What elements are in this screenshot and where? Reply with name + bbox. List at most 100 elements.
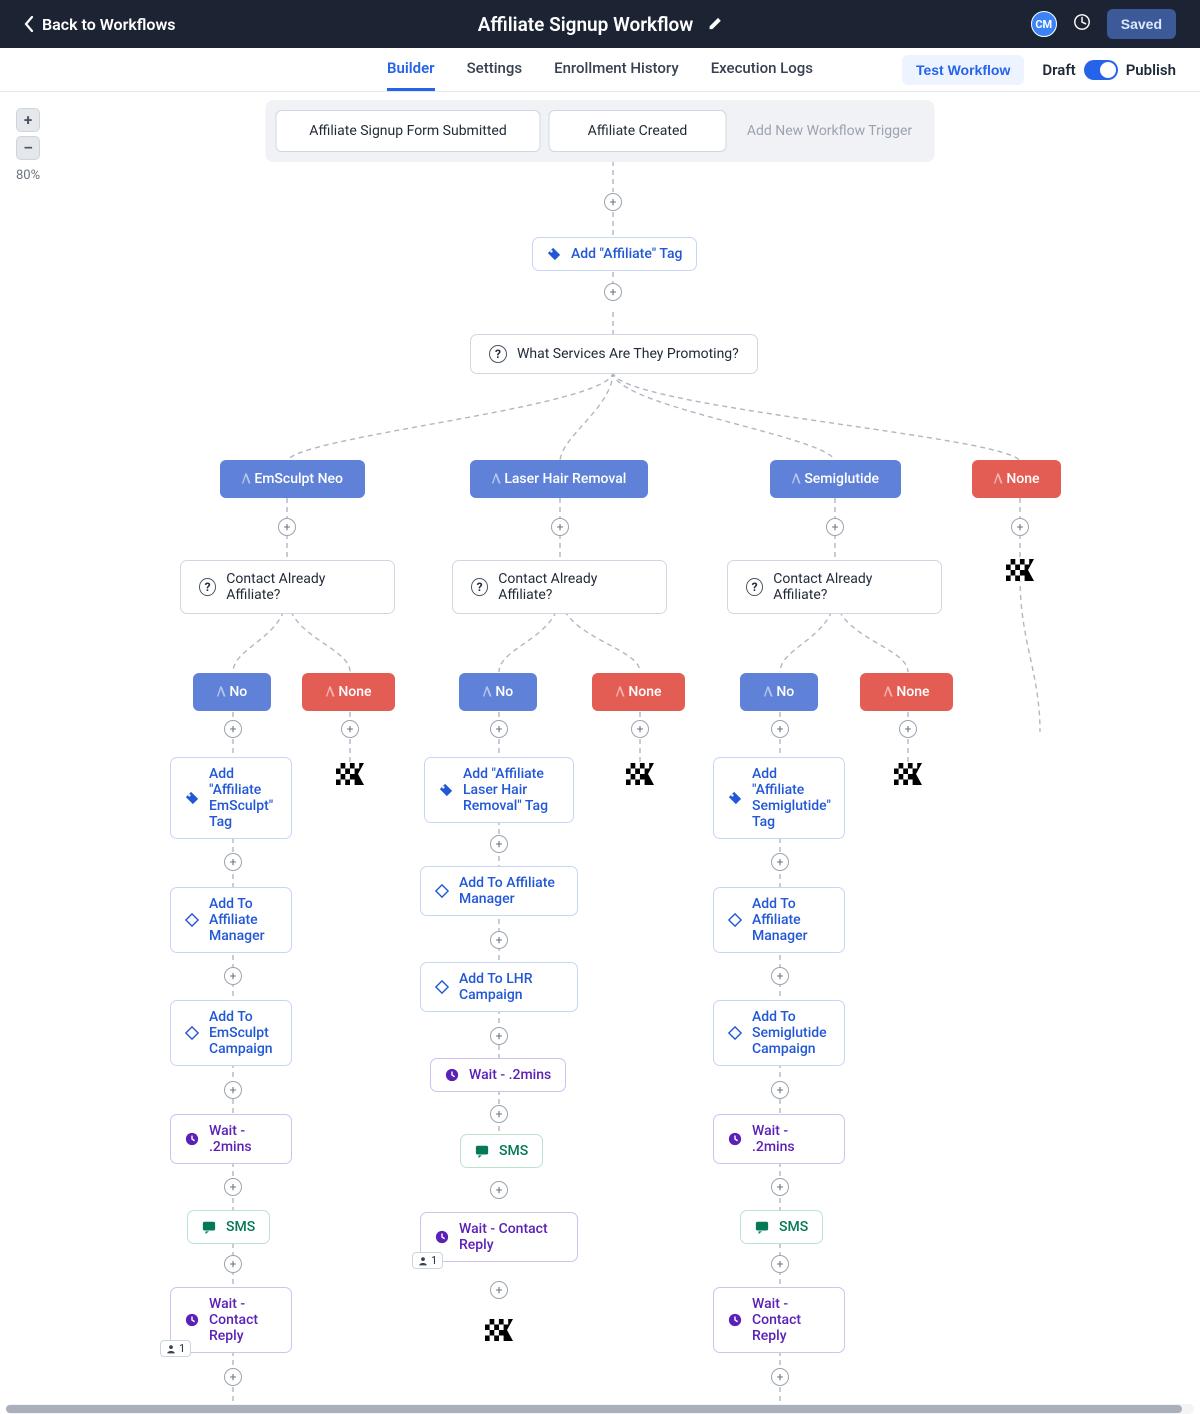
semi-reply[interactable]: Wait - Contact Reply	[713, 1287, 845, 1353]
branch-none-semi[interactable]: /\None	[860, 673, 953, 711]
add-step[interactable]: +	[604, 283, 622, 301]
add-step[interactable]: +	[224, 1081, 242, 1099]
add-step[interactable]: +	[771, 1255, 789, 1273]
trigger-created[interactable]: Affiliate Created	[549, 110, 727, 152]
tag-icon	[547, 247, 561, 261]
add-step[interactable]: +	[341, 720, 359, 738]
lhr-reply[interactable]: Wait - Contact Reply	[420, 1212, 578, 1262]
add-step[interactable]: +	[631, 720, 649, 738]
test-workflow-button[interactable]: Test Workflow	[902, 55, 1024, 85]
add-step[interactable]: +	[771, 1081, 789, 1099]
count: 1	[431, 1254, 437, 1267]
semi-camp[interactable]: Add To Semiglutide Campaign	[713, 1000, 845, 1066]
em-tag[interactable]: Add "Affiliate EmSculpt" Tag	[170, 757, 292, 839]
semi-wait[interactable]: Wait - .2mins	[713, 1114, 845, 1164]
label: Wait - .2mins	[209, 1123, 277, 1155]
label: Wait - Contact Reply	[459, 1221, 563, 1253]
branch-none-lhr[interactable]: /\None	[592, 673, 685, 711]
end-flag-icon	[336, 763, 364, 785]
add-step[interactable]: +	[604, 193, 622, 211]
top-header: Back to Workflows Affiliate Signup Workf…	[0, 0, 1200, 48]
branch-none-em[interactable]: /\None	[302, 673, 395, 711]
branch-semi[interactable]: /\Semiglutide	[770, 460, 901, 498]
avatar[interactable]: CM	[1031, 11, 1057, 37]
root-decision[interactable]: ? What Services Are They Promoting?	[470, 334, 758, 374]
zoom-controls: + – 80%	[16, 108, 40, 183]
zoom-out[interactable]: –	[16, 136, 40, 160]
lhr-tag[interactable]: Add "Affiliate Laser Hair Removal" Tag	[424, 757, 574, 823]
decision-semi[interactable]: ?Contact Already Affiliate?	[727, 560, 942, 614]
lhr-mgr[interactable]: Add To Affiliate Manager	[420, 866, 578, 916]
add-step[interactable]: +	[224, 967, 242, 985]
zoom-in[interactable]: +	[16, 108, 40, 132]
trigger-form[interactable]: Affiliate Signup Form Submitted	[276, 110, 541, 152]
label: Semiglutide	[804, 471, 879, 487]
em-mgr[interactable]: Add To Affiliate Manager	[170, 887, 292, 953]
add-step[interactable]: +	[224, 1178, 242, 1196]
add-step[interactable]: +	[490, 1105, 508, 1123]
em-wait[interactable]: Wait - .2mins	[170, 1114, 292, 1164]
semi-sms[interactable]: SMS	[740, 1210, 823, 1244]
history-icon[interactable]	[1073, 13, 1091, 35]
add-step[interactable]: +	[490, 931, 508, 949]
people-badge-lhr[interactable]: 1	[412, 1252, 443, 1269]
add-step[interactable]: +	[224, 720, 242, 738]
add-step[interactable]: +	[224, 853, 242, 871]
branch-emsculpt[interactable]: /\EmSculpt Neo	[220, 460, 365, 498]
canvas[interactable]: + – 80% A	[0, 92, 1200, 1404]
add-step[interactable]: +	[771, 1368, 789, 1386]
em-sms[interactable]: SMS	[187, 1210, 270, 1244]
label: Add To Semiglutide Campaign	[752, 1009, 830, 1057]
tab-enrollment[interactable]: Enrollment History	[554, 48, 679, 91]
add-step[interactable]: +	[490, 1281, 508, 1299]
add-step[interactable]: +	[771, 720, 789, 738]
decision-lhr[interactable]: ?Contact Already Affiliate?	[452, 560, 667, 614]
branch-no-em[interactable]: /\No	[193, 673, 271, 711]
add-step[interactable]: +	[224, 1368, 242, 1386]
back-button[interactable]: Back to Workflows	[24, 15, 176, 34]
tab-builder[interactable]: Builder	[387, 48, 435, 91]
add-step[interactable]: +	[490, 1181, 508, 1199]
publish-toggle[interactable]	[1084, 60, 1118, 80]
trigger-row: Affiliate Signup Form Submitted Affiliat…	[266, 100, 935, 162]
question-icon: ?	[471, 578, 488, 596]
add-affiliate-tag[interactable]: Add "Affiliate" Tag	[532, 237, 697, 271]
em-camp[interactable]: Add To EmSculpt Campaign	[170, 1000, 292, 1066]
label: Laser Hair Removal	[504, 471, 626, 487]
add-step[interactable]: +	[490, 720, 508, 738]
decision-emsculpt[interactable]: ?Contact Already Affiliate?	[180, 560, 395, 614]
add-step[interactable]: +	[278, 518, 296, 536]
tab-settings[interactable]: Settings	[467, 48, 523, 91]
tab-execution[interactable]: Execution Logs	[711, 48, 813, 91]
stage: Affiliate Signup Form Submitted Affiliat…	[0, 92, 1200, 1404]
add-step[interactable]: +	[771, 853, 789, 871]
add-step[interactable]: +	[1011, 518, 1029, 536]
branch-no-lhr[interactable]: /\No	[459, 673, 537, 711]
add-step[interactable]: +	[899, 720, 917, 738]
add-step[interactable]: +	[551, 518, 569, 536]
people-badge-em[interactable]: 1	[160, 1340, 191, 1357]
add-step[interactable]: +	[490, 1027, 508, 1045]
branch-lhr[interactable]: /\Laser Hair Removal	[470, 460, 648, 498]
add-step[interactable]: +	[224, 1255, 242, 1273]
add-trigger[interactable]: Add New Workflow Trigger	[735, 110, 925, 152]
lhr-wait[interactable]: Wait - .2mins	[430, 1058, 566, 1092]
lhr-sms[interactable]: SMS	[460, 1134, 543, 1168]
lhr-camp[interactable]: Add To LHR Campaign	[420, 962, 578, 1012]
add-step[interactable]: +	[826, 518, 844, 536]
branch-none[interactable]: /\None	[972, 460, 1061, 498]
pencil-icon[interactable]	[707, 13, 722, 36]
connectors	[0, 92, 1200, 1404]
saved-button[interactable]: Saved	[1107, 9, 1176, 39]
semi-tag[interactable]: Add "Affiliate Semiglutide" Tag	[713, 757, 845, 839]
scrollbar-horizontal[interactable]	[6, 1404, 1194, 1414]
question-icon: ?	[489, 345, 507, 363]
label: None	[1006, 471, 1039, 487]
label: Wait - .2mins	[469, 1067, 551, 1083]
branch-no-semi[interactable]: /\No	[740, 673, 818, 711]
add-step[interactable]: +	[490, 835, 508, 853]
diamond-icon	[728, 913, 742, 927]
add-step[interactable]: +	[771, 967, 789, 985]
add-step[interactable]: +	[771, 1178, 789, 1196]
semi-mgr[interactable]: Add To Affiliate Manager	[713, 887, 845, 953]
